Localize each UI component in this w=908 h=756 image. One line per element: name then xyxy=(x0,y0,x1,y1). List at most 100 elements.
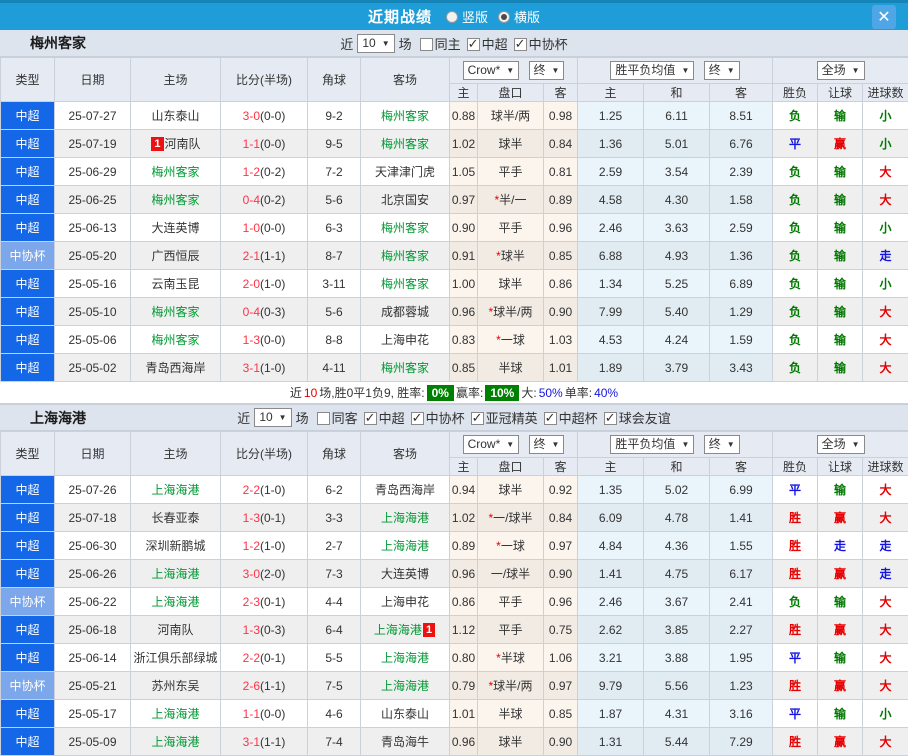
avg-lose-cell: 2.59 xyxy=(710,214,773,242)
team-label: 梅州客家 xyxy=(381,277,429,291)
handicap-result-cell: 输 xyxy=(818,270,863,298)
corner-cell: 4-6 xyxy=(308,700,361,728)
avg-lose-cell: 1.58 xyxy=(710,186,773,214)
home-team-cell: 上海海港 xyxy=(131,560,221,588)
match-count-select[interactable]: 10▼ xyxy=(357,34,394,53)
corner-cell: 5-5 xyxy=(308,644,361,672)
home-team-cell: 上海海港 xyxy=(131,588,221,616)
red-card-badge: 1 xyxy=(423,623,435,637)
filter-checkbox[interactable] xyxy=(411,412,424,425)
scope-select[interactable]: 全场▼ xyxy=(817,61,865,80)
home-team-cell: 大连英博 xyxy=(131,214,221,242)
result-cell: 负 xyxy=(773,214,818,242)
avg-win-cell: 4.84 xyxy=(578,532,644,560)
avg-lose-cell: 8.51 xyxy=(710,102,773,130)
avg-win-cell: 1.35 xyxy=(578,476,644,504)
result-cell: 胜 xyxy=(773,532,818,560)
type-cell: 中超 xyxy=(1,700,55,728)
away-odds-cell: 0.85 xyxy=(544,242,578,270)
date-cell: 25-05-17 xyxy=(55,700,131,728)
filter-checkbox[interactable] xyxy=(364,412,377,425)
filter-checkbox[interactable] xyxy=(420,38,433,51)
avg-draw-cell: 4.36 xyxy=(644,532,710,560)
home-odds-cell: 1.01 xyxy=(450,700,478,728)
type-cell: 中超 xyxy=(1,326,55,354)
home-odds-cell: 1.02 xyxy=(450,504,478,532)
team-label: 大连英博 xyxy=(381,567,429,581)
team-label: 青岛西海岸 xyxy=(145,361,205,375)
goals-result-cell: 大 xyxy=(863,158,908,186)
radio-horizontal-layout[interactable] xyxy=(498,11,510,23)
avg-lose-cell: 6.99 xyxy=(710,476,773,504)
date-cell: 25-06-30 xyxy=(55,532,131,560)
radio-vertical-layout[interactable] xyxy=(446,11,458,23)
avg-type-select[interactable]: 胜平负均值▼ xyxy=(610,61,694,80)
filter-checkbox[interactable] xyxy=(317,412,330,425)
filter-checkbox[interactable] xyxy=(544,412,557,425)
avg-win-cell: 7.99 xyxy=(578,298,644,326)
team-label: 梅州客家 xyxy=(381,221,429,235)
avg-win-cell: 1.31 xyxy=(578,728,644,756)
away-team-cell: 北京国安 xyxy=(361,186,450,214)
home-team-cell: 梅州客家 xyxy=(131,186,221,214)
date-cell: 25-06-14 xyxy=(55,644,131,672)
date-cell: 25-05-02 xyxy=(55,354,131,382)
home-team-cell: 苏州东吴 xyxy=(131,672,221,700)
odds-company-select[interactable]: Crow*▼ xyxy=(463,61,520,80)
filter-checkbox[interactable] xyxy=(514,38,527,51)
team-label: 上海海港 xyxy=(381,651,429,665)
fulltime-score: 2-2 xyxy=(243,483,260,497)
filter-checkbox[interactable] xyxy=(604,412,617,425)
scope-select[interactable]: 全场▼ xyxy=(817,435,865,454)
filter-checkbox-label: 亚冠精英 xyxy=(486,411,538,426)
odds-company-select[interactable]: Crow*▼ xyxy=(463,435,520,454)
handicap-result-cell: 输 xyxy=(818,354,863,382)
section-filter-bar: 梅州客家 近 10▼ 场 同主中超中协杯 xyxy=(0,30,908,57)
avg-lose-cell: 6.17 xyxy=(710,560,773,588)
team-label: 山东泰山 xyxy=(151,109,199,123)
filter-checkbox[interactable] xyxy=(471,412,484,425)
team-label: 上海海港 xyxy=(381,539,429,553)
handicap-cell: 球半 xyxy=(478,270,544,298)
avg-draw-cell: 3.85 xyxy=(644,616,710,644)
handicap-cell: 球半 xyxy=(478,476,544,504)
avg-win-cell: 2.46 xyxy=(578,588,644,616)
handicap-label: 半/一 xyxy=(499,193,526,207)
avg-state-select[interactable]: 终▼ xyxy=(704,61,740,80)
avg-draw-cell: 5.56 xyxy=(644,672,710,700)
score-cell: 3-1(1-0) xyxy=(221,354,308,382)
home-team-cell: 1河南队 xyxy=(131,130,221,158)
col-home: 主场 xyxy=(131,58,221,102)
date-cell: 25-05-16 xyxy=(55,270,131,298)
result-cell: 平 xyxy=(773,476,818,504)
home-odds-cell: 0.97 xyxy=(450,186,478,214)
chevron-down-icon: ▼ xyxy=(552,437,560,452)
avg-win-cell: 9.79 xyxy=(578,672,644,700)
goals-result-cell: 大 xyxy=(863,616,908,644)
team-label: 上海海港 xyxy=(151,707,199,721)
home-odds-cell: 1.02 xyxy=(450,130,478,158)
home-team-cell: 上海海港 xyxy=(131,728,221,756)
handicap-label: 半球 xyxy=(498,707,522,721)
corner-cell: 5-6 xyxy=(308,186,361,214)
match-count-select[interactable]: 10▼ xyxy=(254,408,291,427)
goals-result-cell: 大 xyxy=(863,326,908,354)
chevron-down-icon: ▼ xyxy=(279,410,287,425)
team-label: 上海海港 xyxy=(151,595,199,609)
away-odds-cell: 0.98 xyxy=(544,102,578,130)
match-row: 中协杯25-05-21苏州东吴2-6(1-1)7-5上海海港0.79*球半/两0… xyxy=(1,672,908,700)
home-team-cell: 浙江俱乐部绿城 xyxy=(131,644,221,672)
match-row: 中超25-06-26上海海港3-0(2-0)7-3大连英博0.96一/球半0.9… xyxy=(1,560,908,588)
team-label: 上海申花 xyxy=(381,595,429,609)
date-cell: 25-05-06 xyxy=(55,326,131,354)
home-odds-cell: 0.96 xyxy=(450,298,478,326)
filter-checkbox[interactable] xyxy=(467,38,480,51)
close-icon[interactable]: ✕ xyxy=(872,5,896,29)
date-cell: 25-06-18 xyxy=(55,616,131,644)
avg-draw-cell: 3.63 xyxy=(644,214,710,242)
odds-state-select[interactable]: 终▼ xyxy=(529,435,565,454)
avg-type-select[interactable]: 胜平负均值▼ xyxy=(610,435,694,454)
handicap-cell: *一/球半 xyxy=(478,504,544,532)
avg-state-select[interactable]: 终▼ xyxy=(704,435,740,454)
odds-state-select[interactable]: 终▼ xyxy=(529,61,565,80)
